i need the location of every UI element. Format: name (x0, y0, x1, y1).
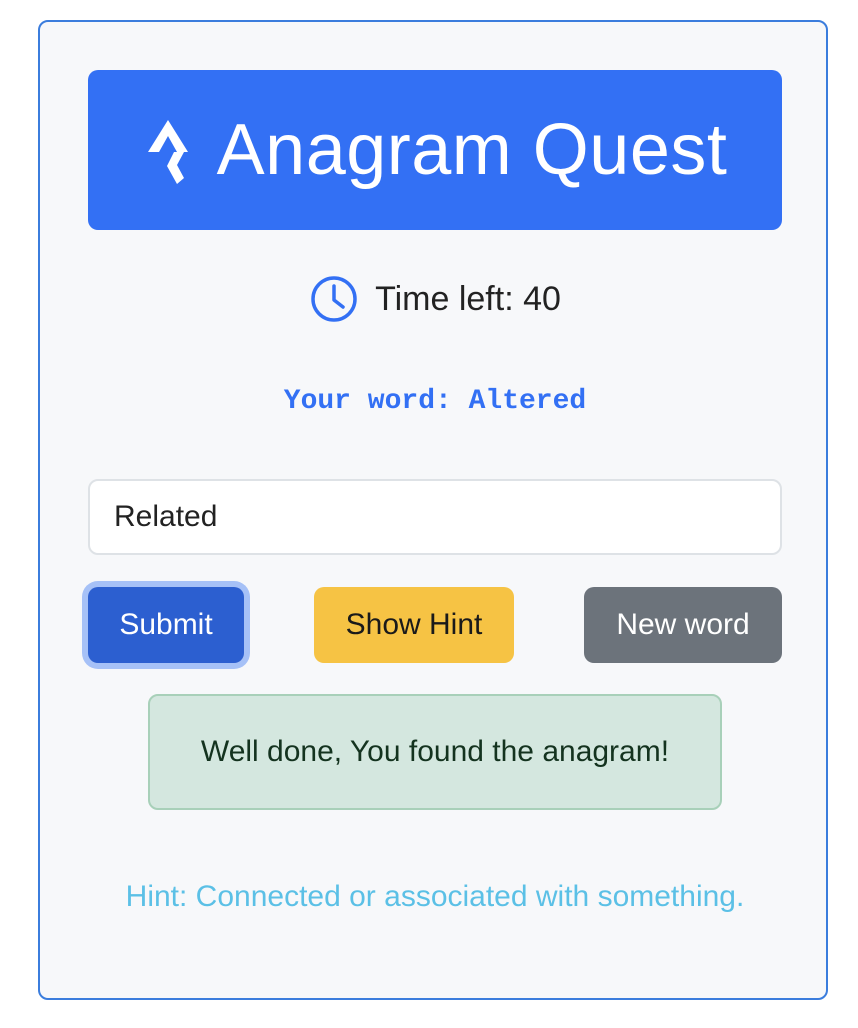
show-hint-button[interactable]: Show Hint (314, 587, 514, 663)
game-card: Anagram Quest Time left: 40 Your word: A… (38, 20, 828, 1000)
answer-input[interactable] (88, 479, 782, 555)
hint-text: Hint: Connected or associated with somet… (125, 880, 745, 913)
timer: Time left: 40 (40, 274, 830, 324)
strava-arrows-icon (147, 120, 188, 184)
page-title: Anagram Quest (216, 110, 728, 190)
scrambled-word: Your word: Altered (283, 386, 587, 417)
submit-button[interactable]: Submit (88, 587, 244, 663)
timer-text: Time left: 40 (375, 279, 561, 318)
new-word-button[interactable]: New word (584, 587, 782, 663)
success-message: Well done, You found the anagram! (200, 735, 670, 768)
clock-icon (311, 276, 357, 322)
success-alert: Well done, You found the anagram! (148, 694, 722, 810)
header-banner: Anagram Quest (88, 70, 782, 230)
